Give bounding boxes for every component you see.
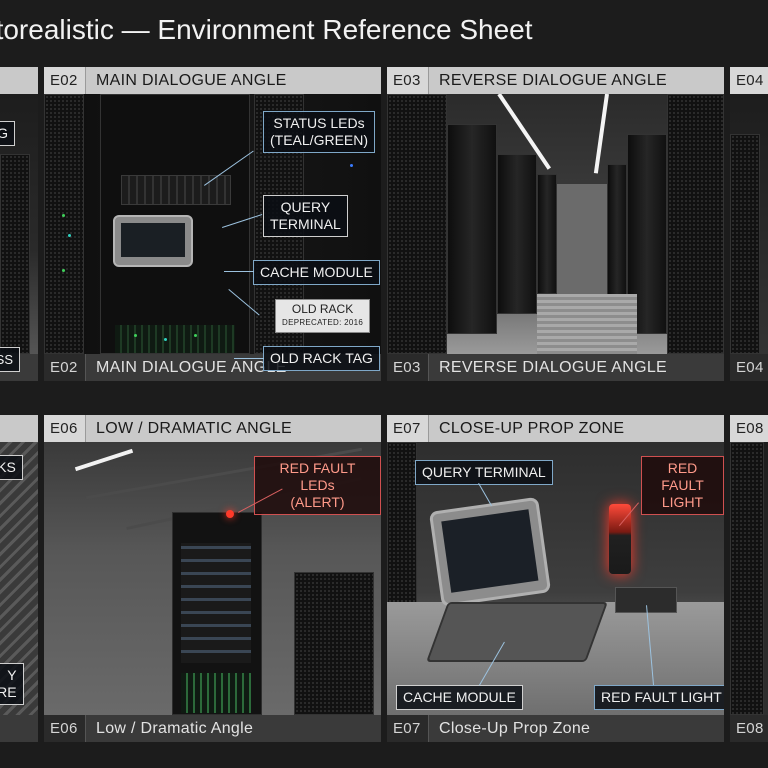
panel-header: E03 REVERSE DIALOGUE ANGLE — [387, 67, 724, 94]
panel-header — [0, 67, 38, 94]
shot-code: E07 — [387, 715, 429, 742]
shot-code: E02 — [44, 67, 86, 94]
page-title: otorealistic — Environment Reference She… — [0, 14, 533, 45]
panel-footer: E03 REVERSE DIALOGUE ANGLE — [387, 354, 724, 381]
callout-cropped-3: CKS — [0, 455, 23, 480]
panel-header: E08 — [730, 415, 768, 442]
shot-code: E08 — [730, 715, 768, 742]
callout-query-terminal: QUERY TERMINAL — [263, 195, 348, 237]
panel-header: E02 MAIN DIALOGUE ANGLE — [44, 67, 381, 94]
shot-code: E02 — [44, 354, 86, 381]
panel-header: E04 — [730, 67, 768, 94]
shot-label: MAIN DIALOGUE ANGLE — [96, 71, 287, 89]
panel-header: E06 LOW / DRAMATIC ANGLE — [44, 415, 381, 442]
panel-e08[interactable]: E08 E08 — [730, 415, 768, 742]
callout-cache-module: CACHE MODULE — [253, 260, 380, 285]
shot-label: REVERSE DIALOGUE ANGLE — [439, 358, 668, 376]
panel-footer: E08 — [730, 715, 768, 742]
shot-code: E03 — [387, 354, 429, 381]
scene-image — [730, 442, 768, 715]
shot-code: E07 — [387, 415, 429, 442]
panel-e07[interactable]: E07 CLOSE-UP PROP ZONE E07 Close-Up Prop… — [387, 415, 724, 742]
callout-cache-module: CACHE MODULE — [396, 685, 523, 710]
callout-query-terminal: QUERY TERMINAL — [415, 460, 553, 485]
shot-code: E04 — [730, 67, 768, 94]
callout-cropped-1: NG — [0, 121, 15, 146]
panel-footer — [0, 715, 38, 742]
panel-e04[interactable]: E04 E04 — [730, 67, 768, 381]
callout-old-rack-tag: OLD RACK TAG — [263, 346, 380, 371]
callout-red-fault-light-bottom: RED FAULT LIGHT — [594, 685, 724, 710]
callout-cropped-2: ESS — [0, 347, 21, 372]
shot-code: E04 — [730, 354, 768, 381]
shot-label: Close-Up Prop Zone — [439, 719, 591, 737]
shot-code: E06 — [44, 715, 86, 742]
panel-e05[interactable]: CKS Y URE — [0, 415, 38, 742]
panel-e06[interactable]: E06 LOW / DRAMATIC ANGLE E06 Low / Drama… — [44, 415, 381, 742]
callout-cropped-4: Y URE — [0, 663, 24, 705]
panel-header — [0, 415, 38, 442]
callout-red-fault-leds: RED FAULT LEDs (ALERT) — [254, 456, 381, 515]
old-rack-tag: OLD RACK DEPRECATED: 2016 — [275, 299, 371, 333]
panel-header: E07 CLOSE-UP PROP ZONE — [387, 415, 724, 442]
shot-code: E06 — [44, 415, 86, 442]
shot-label: Low / Dramatic Angle — [96, 719, 254, 737]
callout-status-leds: STATUS LEDs (TEAL/GREEN) — [263, 111, 376, 153]
panel-e02[interactable]: E02 MAIN DIALOGUE ANGLE E02 MAIN DIALOGU… — [44, 67, 381, 381]
panel-e03[interactable]: E03 REVERSE DIALOGUE ANGLE E03 REVERSE D… — [387, 67, 724, 381]
shot-label: LOW / DRAMATIC ANGLE — [96, 419, 292, 437]
shot-code: E03 — [387, 67, 429, 94]
shot-code: E08 — [730, 415, 768, 442]
panel-footer: E07 Close-Up Prop Zone — [387, 715, 724, 742]
scene-image — [730, 94, 768, 354]
callout-red-fault-light: RED FAULT LIGHT — [641, 456, 724, 515]
shot-label: MAIN DIALOGUE ANGLE — [96, 358, 287, 376]
shot-label: CLOSE-UP PROP ZONE — [439, 419, 625, 437]
panel-footer: E06 Low / Dramatic Angle — [44, 715, 381, 742]
scene-image — [387, 94, 724, 354]
panel-e01[interactable]: NG ESS — [0, 67, 38, 381]
shot-label: REVERSE DIALOGUE ANGLE — [439, 71, 668, 89]
panel-footer: E04 — [730, 354, 768, 381]
